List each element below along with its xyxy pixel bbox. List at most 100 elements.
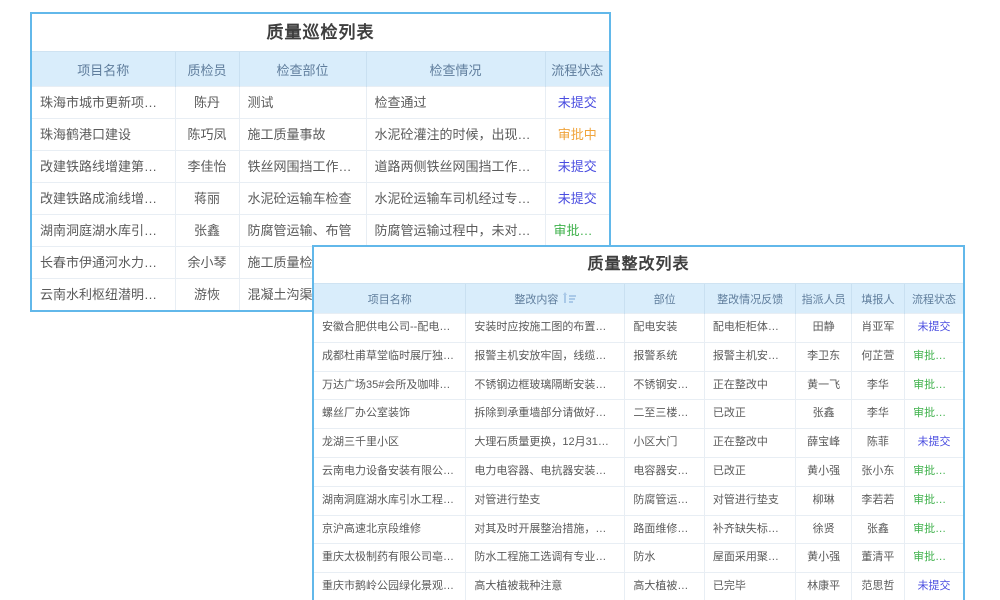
- status-badge: 审批中: [545, 119, 609, 151]
- check-situation-cell: 道路两侧铁丝网围挡工作按设计...: [366, 151, 545, 183]
- assignee-link[interactable]: 张鑫: [796, 400, 851, 429]
- project-name-link[interactable]: 湖南洞庭湖水库引水工程施工I标: [314, 486, 466, 515]
- inspector-link[interactable]: 游恢: [175, 279, 239, 311]
- project-name-link[interactable]: 长春市伊通河水力发电...: [32, 247, 175, 279]
- reporter-link[interactable]: 陈菲: [851, 429, 904, 458]
- reporter-link[interactable]: 张鑫: [851, 515, 904, 544]
- check-part-cell: 铁丝网围挡工作检查: [239, 151, 366, 183]
- col-header-rectify-content-label: 整改内容: [514, 294, 558, 306]
- check-part-cell: 防腐管运输、布管: [239, 215, 366, 247]
- table-row: 万达广场35#会所及咖啡厅空... 不锈钢边框玻璃隔断安装不牢... 不锈钢安装…: [314, 371, 963, 400]
- inspector-link[interactable]: 陈丹: [175, 87, 239, 119]
- inspector-link[interactable]: 蒋丽: [175, 183, 239, 215]
- inspector-link[interactable]: 陈巧凤: [175, 119, 239, 151]
- reporter-link[interactable]: 何芷萱: [851, 342, 904, 371]
- inspector-link[interactable]: 余小琴: [175, 247, 239, 279]
- assignee-link[interactable]: 黄小强: [796, 544, 851, 573]
- feedback-cell: 补齐缺失标志...: [704, 515, 796, 544]
- reporter-link[interactable]: 李若若: [851, 486, 904, 515]
- rectification-table-title: 质量整改列表: [314, 247, 963, 283]
- assignee-link[interactable]: 黄小强: [796, 457, 851, 486]
- table-row: 龙湖三千里小区 大理石质量更换，12月31日之... 小区大门 正在整改中 薛宝…: [314, 429, 963, 458]
- reporter-link[interactable]: 肖亚军: [851, 314, 904, 343]
- reporter-link[interactable]: 张小东: [851, 457, 904, 486]
- project-name-link[interactable]: 珠海市城市更新项目紫...: [32, 87, 175, 119]
- col-header-assignee: 指派人员: [796, 284, 851, 314]
- project-name-link[interactable]: 螺丝厂办公室装饰: [314, 400, 466, 429]
- rectification-table: 项目名称 整改内容 部位 整改情况反馈 指派人员 填报人 流程状态 安徽合肥供电…: [314, 283, 963, 600]
- feedback-cell: 已改正: [704, 457, 796, 486]
- sort-ascending-icon[interactable]: [562, 294, 576, 304]
- reporter-link[interactable]: 李华: [851, 371, 904, 400]
- project-name-link[interactable]: 安徽合肥供电公司--配电设备...: [314, 314, 466, 343]
- col-header-feedback: 整改情况反馈: [704, 284, 796, 314]
- project-name-link[interactable]: 改建铁路线增建第二线...: [32, 151, 175, 183]
- status-badge: 审批通过: [545, 215, 609, 247]
- assignee-link[interactable]: 李卫东: [796, 342, 851, 371]
- table-row: 螺丝厂办公室装饰 拆除到承重墙部分请做好加固... 二至三楼混... 已改正 张…: [314, 400, 963, 429]
- rectify-content-cell: 报警主机安放牢固，线缆连接...: [466, 342, 625, 371]
- project-name-link[interactable]: 珠海鹤港口建设: [32, 119, 175, 151]
- part-cell: 防水: [625, 544, 704, 573]
- col-header-rectify-content[interactable]: 整改内容: [466, 284, 625, 314]
- rectify-content-cell: 大理石质量更换，12月31日之...: [466, 429, 625, 458]
- status-badge: 审批通过: [905, 400, 963, 429]
- part-cell: 防腐管运输...: [625, 486, 704, 515]
- status-badge: 审批通过: [905, 342, 963, 371]
- feedback-cell: 已改正: [704, 400, 796, 429]
- col-header-check-situation: 检查情况: [366, 52, 545, 87]
- project-name-link[interactable]: 云南电力设备安装有限公司20...: [314, 457, 466, 486]
- reporter-link[interactable]: 范思哲: [851, 573, 904, 600]
- assignee-link[interactable]: 柳琳: [796, 486, 851, 515]
- part-cell: 高大植被栽种: [625, 573, 704, 600]
- inspection-header-row: 项目名称 质检员 检查部位 检查情况 流程状态: [32, 52, 609, 87]
- col-header-reporter: 填报人: [851, 284, 904, 314]
- reporter-link[interactable]: 董清平: [851, 544, 904, 573]
- inspector-link[interactable]: 张鑫: [175, 215, 239, 247]
- table-row: 重庆市鹅岭公园绿化景观提升... 高大植被栽种注意 高大植被栽种 已完毕 林康平…: [314, 573, 963, 600]
- status-badge: 未提交: [545, 183, 609, 215]
- project-name-link[interactable]: 龙湖三千里小区: [314, 429, 466, 458]
- feedback-cell: 正在整改中: [704, 429, 796, 458]
- table-row: 珠海鹤港口建设 陈巧凤 施工质量事故 水泥砼灌注的时候，出现离析现象 审批中: [32, 119, 609, 151]
- inspection-table-title: 质量巡检列表: [32, 14, 609, 51]
- col-header-flow-status: 流程状态: [545, 52, 609, 87]
- rectify-content-cell: 不锈钢边框玻璃隔断安装不牢...: [466, 371, 625, 400]
- project-name-link[interactable]: 万达广场35#会所及咖啡厅空...: [314, 371, 466, 400]
- table-row: 改建铁路成渝线增建第... 蒋丽 水泥砼运输车检查 水泥砼运输车司机经过专门培训…: [32, 183, 609, 215]
- project-name-link[interactable]: 京沪高速北京段维修: [314, 515, 466, 544]
- rectification-header-row: 项目名称 整改内容 部位 整改情况反馈 指派人员 填报人 流程状态: [314, 284, 963, 314]
- check-part-cell: 测试: [239, 87, 366, 119]
- part-cell: 电容器安装...: [625, 457, 704, 486]
- check-part-cell: 水泥砼运输车检查: [239, 183, 366, 215]
- col-header-project: 项目名称: [314, 284, 466, 314]
- col-header-inspector: 质检员: [175, 52, 239, 87]
- assignee-link[interactable]: 林康平: [796, 573, 851, 600]
- col-header-project: 项目名称: [32, 52, 175, 87]
- table-row: 成都杜甫草堂临时展厅独立展... 报警主机安放牢固，线缆连接... 报警系统 报…: [314, 342, 963, 371]
- project-name-link[interactable]: 改建铁路成渝线增建第...: [32, 183, 175, 215]
- project-name-link[interactable]: 云南水利枢纽潜明水库...: [32, 279, 175, 311]
- project-name-link[interactable]: 重庆市鹅岭公园绿化景观提升...: [314, 573, 466, 600]
- rectify-content-cell: 电力电容器、电抗器安装方案,...: [466, 457, 625, 486]
- assignee-link[interactable]: 薛宝峰: [796, 429, 851, 458]
- project-name-link[interactable]: 湖南洞庭湖水库引水工...: [32, 215, 175, 247]
- inspector-link[interactable]: 李佳怡: [175, 151, 239, 183]
- feedback-cell: 报警主机安放...: [704, 342, 796, 371]
- project-name-link[interactable]: 重庆太极制药有限公司亳州中...: [314, 544, 466, 573]
- check-situation-cell: 防腐管运输过程中，未对管进行...: [366, 215, 545, 247]
- assignee-link[interactable]: 黄一飞: [796, 371, 851, 400]
- rectification-table-panel: 质量整改列表 项目名称 整改内容 部位 整改情况反馈 指派人员 填报人 流程状态: [312, 245, 965, 600]
- reporter-link[interactable]: 李华: [851, 400, 904, 429]
- feedback-cell: 屋面采用聚氯...: [704, 544, 796, 573]
- status-badge: 审批通过: [905, 486, 963, 515]
- table-row: 湖南洞庭湖水库引水工程施工I标 对管进行垫支 防腐管运输... 对管进行垫支 柳…: [314, 486, 963, 515]
- assignee-link[interactable]: 徐贤: [796, 515, 851, 544]
- assignee-link[interactable]: 田静: [796, 314, 851, 343]
- col-header-flow-status: 流程状态: [905, 284, 963, 314]
- project-name-link[interactable]: 成都杜甫草堂临时展厅独立展...: [314, 342, 466, 371]
- table-row: 安徽合肥供电公司--配电设备... 安装时应按施工图的布置，将... 配电安装 …: [314, 314, 963, 343]
- table-row: 湖南洞庭湖水库引水工... 张鑫 防腐管运输、布管 防腐管运输过程中，未对管进行…: [32, 215, 609, 247]
- part-cell: 路面维修检...: [625, 515, 704, 544]
- col-header-check-part: 检查部位: [239, 52, 366, 87]
